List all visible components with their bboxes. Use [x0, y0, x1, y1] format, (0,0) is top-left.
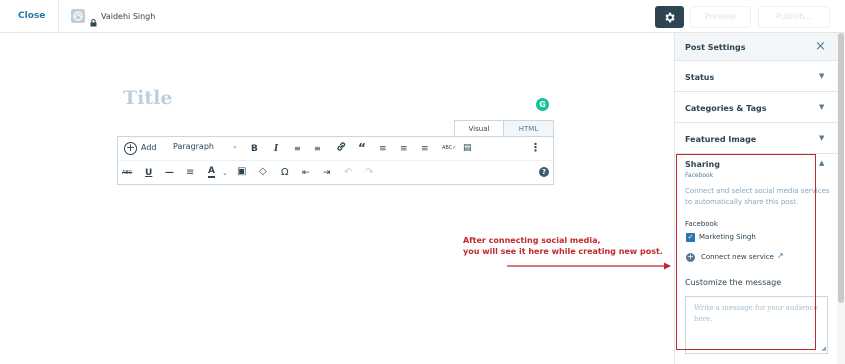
paragraph-select-value: Paragraph [173, 142, 214, 151]
section-label: Featured Image [685, 135, 757, 144]
chevron-down-icon: ⌄ [232, 142, 238, 150]
justify-icon[interactable]: ≡ [186, 165, 194, 181]
title-input[interactable]: Title [123, 87, 172, 109]
more-options-icon[interactable]: ⋮ [530, 140, 541, 156]
preview-button[interactable]: Preview [690, 6, 751, 28]
annotation-text: After connecting social media, you will … [463, 235, 663, 257]
toolbar-row-1: + Add Paragraph ⌄ B I ≡ ≡ “ ≡ ≡ ≡ ABC✓ ▤… [118, 137, 553, 161]
close-button[interactable]: Close [18, 11, 45, 21]
section-featured-image[interactable]: Featured Image ▼ [675, 124, 837, 154]
outdent-icon[interactable]: ⇤ [302, 165, 310, 181]
sidebar-title: Post Settings [685, 43, 746, 52]
caret-down-icon: ▼ [819, 72, 825, 80]
add-label: Add [141, 143, 157, 152]
editor-toolbar: + Add Paragraph ⌄ B I ≡ ≡ “ ≡ ≡ ≡ ABC✓ ▤… [117, 136, 554, 185]
lock-icon [90, 12, 97, 31]
close-icon[interactable]: × [815, 39, 826, 54]
settings-button[interactable] [655, 6, 684, 28]
align-center-icon[interactable]: ≡ [400, 141, 408, 157]
caret-down-icon: ▼ [819, 103, 825, 111]
special-character-icon[interactable]: Ω [281, 165, 289, 181]
gear-icon [665, 12, 675, 23]
caret-up-icon[interactable]: ▲ [819, 159, 824, 167]
quote-button[interactable]: “ [358, 140, 366, 156]
indent-icon[interactable]: ⇥ [323, 165, 331, 181]
align-left-icon[interactable]: ≡ [379, 141, 387, 157]
paste-text-icon[interactable]: ▣ [237, 164, 246, 180]
site-name[interactable]: Vaidehi Singh [101, 12, 155, 21]
more-tag-icon[interactable]: ▤ [463, 140, 472, 156]
resize-handle-icon[interactable]: ◢ [821, 345, 826, 352]
horizontal-line-button[interactable]: — [165, 165, 174, 181]
top-bar: Close Vaidehi Singh Preview Publish... [0, 0, 845, 33]
link-icon[interactable] [336, 141, 347, 157]
scrollbar-thumb[interactable] [838, 33, 844, 303]
spellcheck-icon[interactable]: ABC✓ [442, 140, 456, 156]
paragraph-select[interactable]: Paragraph ⌄ [173, 142, 243, 151]
sidebar-header: Post Settings × [675, 33, 837, 61]
divider [58, 0, 59, 33]
bold-button[interactable]: B [251, 141, 258, 157]
publish-button[interactable]: Publish... [758, 6, 830, 28]
section-label: Categories & Tags [685, 104, 767, 113]
caret-down-icon: ▼ [819, 134, 825, 142]
scrollbar[interactable] [837, 33, 845, 364]
redo-icon[interactable]: ↷ [365, 165, 373, 181]
tab-visual[interactable]: Visual [454, 120, 504, 137]
align-right-icon[interactable]: ≡ [421, 141, 429, 157]
chevron-down-icon[interactable]: ⌄ [222, 165, 228, 181]
section-categories-tags[interactable]: Categories & Tags ▼ [675, 93, 837, 123]
annotation-line-2: you will see it here while creating new … [463, 247, 663, 256]
numbered-list-icon[interactable]: ≡ [314, 141, 321, 157]
strikethrough-button[interactable]: ABC [122, 165, 132, 181]
annotation-arrow [507, 262, 671, 270]
tab-html[interactable]: HTML [504, 120, 554, 137]
highlight-box [676, 154, 816, 350]
section-status[interactable]: Status ▼ [675, 62, 837, 92]
site-icon [71, 9, 85, 23]
text-color-button[interactable]: A [208, 165, 215, 178]
help-icon[interactable]: ? [539, 167, 549, 177]
undo-icon[interactable]: ↶ [344, 165, 352, 181]
plus-icon: + [124, 141, 137, 155]
annotation-line-1: After connecting social media, [463, 236, 601, 245]
bullet-list-icon[interactable]: ≡ [294, 141, 301, 157]
section-label: Status [685, 73, 715, 82]
italic-button[interactable]: I [274, 141, 278, 157]
clear-formatting-icon[interactable]: ◇ [259, 164, 267, 180]
underline-button[interactable]: U [145, 165, 152, 181]
grammarly-icon[interactable]: G [536, 98, 549, 111]
